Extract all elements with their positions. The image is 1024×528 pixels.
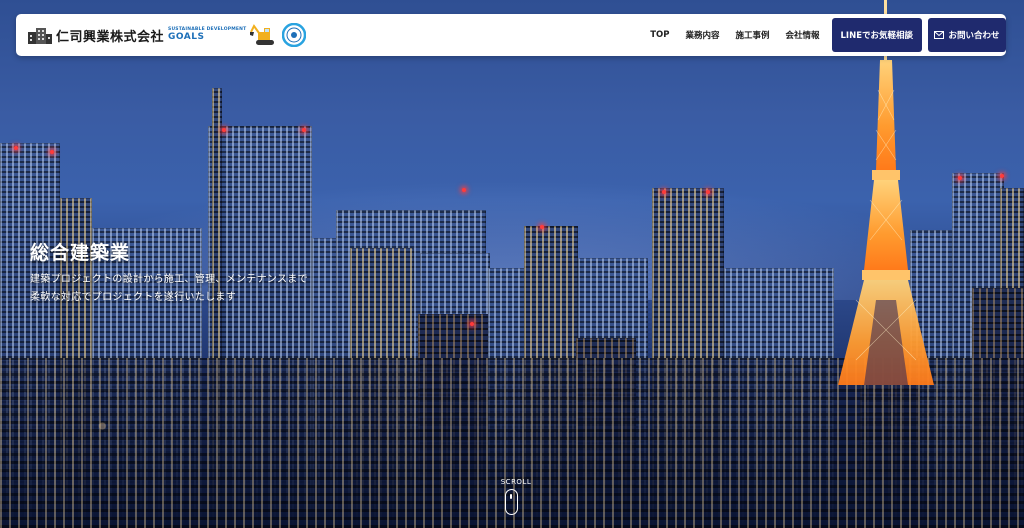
main-nav: TOP 業務内容 施工事例 会社情報 LINEでお気軽相談 お問い合わせ bbox=[642, 14, 1006, 56]
aviation-light bbox=[540, 225, 544, 229]
sdgs-goals-logo: SUSTAINABLE DEVELOPMENT GOALS bbox=[168, 28, 246, 42]
sdgs-badge-icon bbox=[282, 23, 307, 47]
company-name: 仁司興業株式会社 bbox=[56, 29, 165, 45]
aviation-light bbox=[462, 188, 466, 192]
hero-description-line2: 柔軟な対応でプロジェクトを遂行いたします bbox=[30, 292, 236, 303]
tokyo-tower bbox=[836, 0, 936, 400]
hero-background bbox=[0, 0, 1024, 528]
contact-button[interactable]: お問い合わせ bbox=[928, 18, 1006, 52]
building-logo-icon bbox=[28, 28, 52, 44]
aviation-light bbox=[1000, 174, 1004, 178]
excavator-icon bbox=[250, 24, 275, 45]
contact-label: お問い合わせ bbox=[948, 31, 1000, 41]
hero-title: 総合建築業 bbox=[30, 242, 131, 264]
hero-description-line1: 建築プロジェクトの設計から施工、管理、メンテナンスまで bbox=[30, 274, 308, 285]
nav-item-services[interactable]: 業務内容 bbox=[677, 29, 727, 41]
line-consult-button[interactable]: LINEでお気軽相談 bbox=[831, 18, 922, 52]
line-consult-label: LINEでお気軽相談 bbox=[840, 31, 914, 41]
nav-item-works[interactable]: 施工事例 bbox=[727, 29, 777, 41]
site-header: 仁司興業株式会社 SUSTAINABLE DEVELOPMENT GOALS T… bbox=[16, 14, 1006, 56]
aviation-light bbox=[14, 146, 18, 150]
aviation-light bbox=[706, 190, 710, 194]
brand-logo[interactable]: 仁司興業株式会社 SUSTAINABLE DEVELOPMENT GOALS bbox=[16, 14, 307, 56]
sdgs-goals-text: GOALS bbox=[168, 31, 205, 42]
aviation-light bbox=[50, 150, 54, 154]
aviation-light bbox=[470, 322, 474, 326]
mail-icon bbox=[934, 31, 945, 39]
aviation-light bbox=[662, 190, 666, 194]
nav-item-company[interactable]: 会社情報 bbox=[777, 29, 827, 41]
aviation-light bbox=[222, 128, 226, 132]
mouse-scroll-icon[interactable] bbox=[505, 489, 518, 515]
aviation-light bbox=[302, 128, 306, 132]
scroll-label[interactable]: SCROLL bbox=[499, 478, 533, 486]
scroll-dot bbox=[510, 494, 512, 499]
nav-item-top[interactable]: TOP bbox=[642, 30, 677, 40]
aviation-light bbox=[958, 176, 962, 180]
